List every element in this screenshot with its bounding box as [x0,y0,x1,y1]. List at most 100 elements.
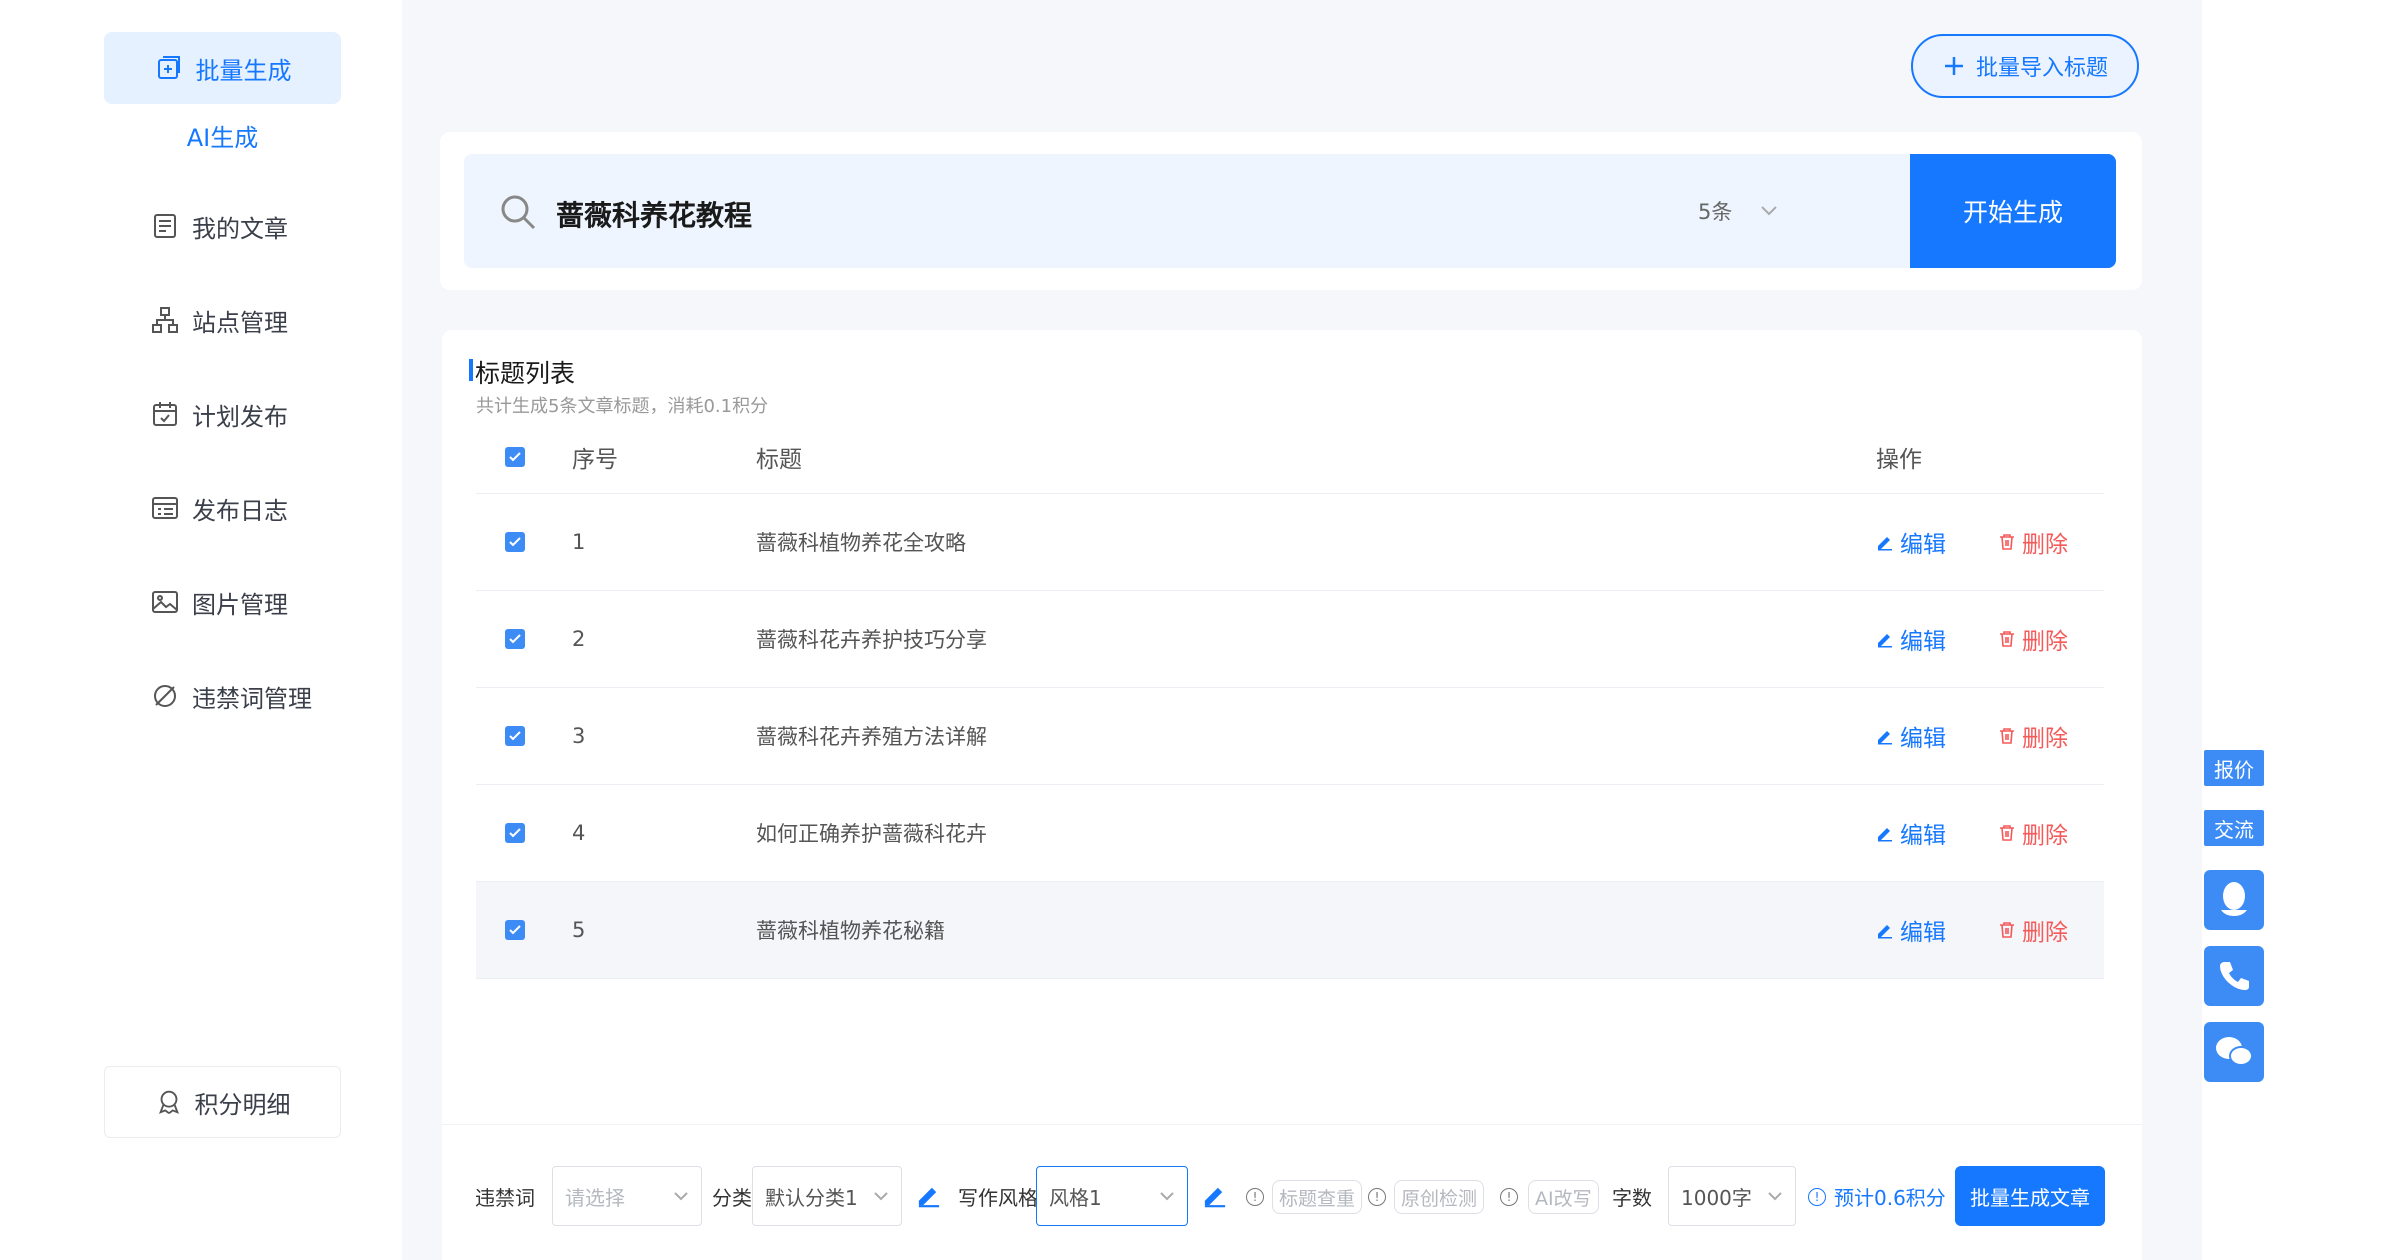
plus-icon [1944,57,1963,75]
col-num-header: 序号 [572,446,618,473]
row-checkbox[interactable] [505,532,525,552]
calendar-icon [153,402,177,426]
trash-icon [2000,728,2014,744]
writing-style-select[interactable]: 风格1 [1036,1166,1188,1226]
ai-rewrite-toggle[interactable]: AI改写 [1528,1180,1599,1214]
check-icon [509,828,521,838]
sidebar-item-label: 图片管理 [192,590,288,619]
qq-button[interactable] [2204,870,2264,930]
row-checkbox[interactable] [505,629,525,649]
article-icon [154,214,176,238]
select-all-checkbox[interactable] [505,446,525,467]
sidebar-item-forbidden-words[interactable]: 违禁词管理 [150,676,312,716]
list-subtitle: 共计生成5条文章标题，消耗0.1积分 [476,396,769,417]
info-icon: ! [1808,1188,1826,1206]
trash-icon [2000,922,2014,938]
title-table: 序号 标题 操作 1 蔷薇科植物养花全攻略 编辑 删除 2 蔷薇科花卉养护技巧分… [476,420,2104,979]
edit-button[interactable]: 编辑 [1876,525,1946,559]
start-generate-button[interactable]: 开始生成 [1910,154,2116,268]
row-title: 蔷薇科花卉养殖方法详解 [756,725,987,749]
category-select[interactable]: 默认分类1 [752,1166,902,1226]
sidebar-item-sites[interactable]: 站点管理 [150,300,288,340]
sidebar-item-label: 计划发布 [192,402,288,431]
nav-ai-generate[interactable]: AI生成 [104,118,341,153]
table-row: 4 如何正确养护蔷薇科花卉 编辑 删除 [476,785,2104,882]
col-title-header: 标题 [756,446,802,473]
delete-button[interactable]: 删除 [1998,719,2068,753]
count-select[interactable]: 5条 [1698,196,1778,226]
batch-add-icon [157,56,180,79]
image-icon [152,591,178,613]
wechat-button[interactable] [2204,1022,2264,1082]
trash-icon [2000,631,2014,647]
row-checkbox[interactable] [505,726,525,746]
edit-category-icon[interactable] [916,1182,942,1208]
table-row: 5 蔷薇科植物养花秘籍 编辑 删除 [476,882,2104,979]
sidebar-item-logs[interactable]: 发布日志 [150,488,288,528]
count-value: 5条 [1698,200,1733,224]
info-icon: ! [1368,1188,1386,1206]
sidebar-item-label: 发布日志 [192,496,288,525]
sidebar-item-articles[interactable]: 我的文章 [150,206,288,246]
edit-button[interactable]: 编辑 [1876,816,1946,850]
row-num: 5 [572,918,586,942]
row-title: 蔷薇科植物养花秘籍 [756,919,945,943]
writing-style-label: 写作风格 [958,1185,1038,1210]
phone-icon [2220,962,2249,990]
row-checkbox[interactable] [505,920,525,940]
delete-label: 删除 [2022,920,2068,946]
word-count-label: 字数 [1612,1185,1652,1210]
word-count-value: 1000字 [1681,1185,1752,1210]
log-icon [152,497,178,519]
row-num: 2 [572,627,586,651]
delete-button[interactable]: 删除 [1998,622,2068,656]
row-num: 3 [572,724,586,748]
chat-button[interactable]: 交流 [2204,810,2264,846]
search-input[interactable]: 蔷薇科养花教程 [556,194,752,234]
edit-button[interactable]: 编辑 [1876,622,1946,656]
check-icon [509,731,521,741]
title-dup-check-toggle[interactable]: 标题查重 [1272,1180,1363,1214]
col-ops-header: 操作 [1876,446,1922,473]
award-icon [158,1090,179,1114]
edit-button[interactable]: 编辑 [1876,719,1946,753]
search-icon [501,195,536,230]
delete-button[interactable]: 删除 [1998,525,2068,559]
row-title: 如何正确养护蔷薇科花卉 [756,822,987,846]
batch-import-titles-button[interactable]: 批量导入标题 [1911,34,2139,98]
chevron-down-icon [874,1192,888,1201]
trash-icon [2000,825,2014,841]
row-checkbox[interactable] [505,823,525,843]
delete-label: 删除 [2022,532,2068,558]
table-row: 3 蔷薇科花卉养殖方法详解 编辑 删除 [476,688,2104,785]
word-count-select[interactable]: 1000字 [1668,1166,1796,1226]
check-icon [509,925,521,935]
forbidden-icon [154,685,176,707]
pencil-icon [1878,828,1892,842]
info-icon: ! [1246,1188,1264,1206]
phone-button[interactable] [2204,946,2264,1006]
nav-batch-generate[interactable]: 批量生成 [104,32,341,104]
original-check-toggle[interactable]: 原创检测 [1394,1180,1485,1214]
edit-button[interactable]: 编辑 [1876,913,1946,947]
sidebar: 批量生成 AI生成 我的文章 站点管理 计划发布 发布日志 图片管理 违禁词管理… [0,0,402,1260]
delete-button[interactable]: 删除 [1998,816,2068,850]
points-detail-button[interactable]: 积分明细 [104,1066,341,1138]
batch-import-label: 批量导入标题 [1975,56,2108,81]
quote-button[interactable]: 报价 [2204,750,2264,786]
forbidden-words-select[interactable]: 请选择 [552,1166,702,1226]
writing-style-value: 风格1 [1049,1185,1102,1210]
delete-button[interactable]: 删除 [1998,913,2068,947]
sidebar-item-images[interactable]: 图片管理 [150,582,288,622]
edit-style-icon[interactable] [1202,1182,1228,1208]
sidebar-item-schedule[interactable]: 计划发布 [150,394,288,434]
row-num: 4 [572,821,586,845]
forbidden-words-label: 违禁词 [475,1185,535,1210]
check-icon [509,537,521,547]
edit-label: 编辑 [1900,920,1946,946]
batch-generate-articles-button[interactable]: 批量生成文章 [1955,1166,2105,1226]
nav-batch-generate-label: 批量生成 [195,56,292,85]
table-row: 1 蔷薇科植物养花全攻略 编辑 删除 [476,494,2104,591]
estimate-points: 预计0.6积分 [1834,1185,1946,1210]
title-accent-bar [469,359,473,381]
